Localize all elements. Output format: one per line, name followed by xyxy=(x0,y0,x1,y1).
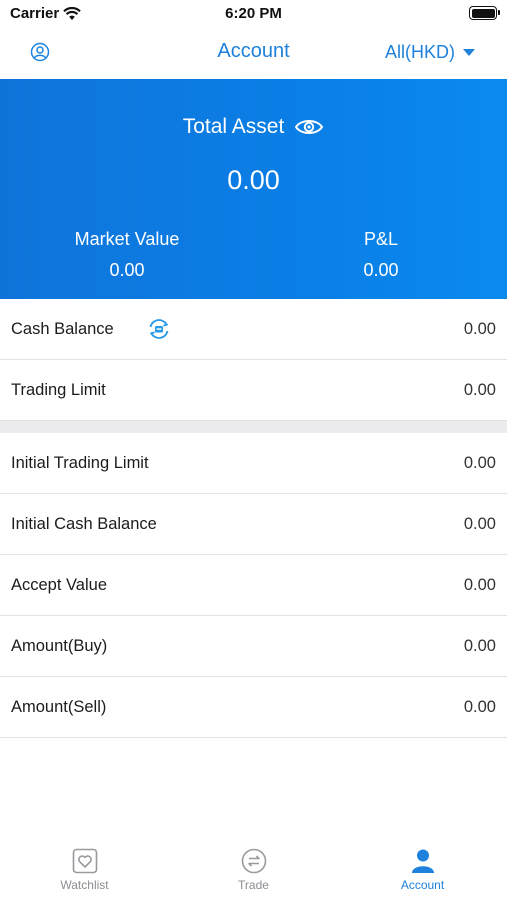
initial-cash-balance-row: Initial Cash Balance 0.00 xyxy=(0,494,507,555)
person-icon xyxy=(411,849,434,873)
row-value: 0.00 xyxy=(463,380,496,399)
row-value: 0.00 xyxy=(463,514,496,533)
nav-bar: Account All(HKD) xyxy=(0,28,507,79)
pnl-amount: 0.00 xyxy=(363,260,399,280)
caret-down-icon xyxy=(463,49,475,56)
row-label: Cash Balance xyxy=(11,319,114,338)
asset-summary-panel: Total Asset 0.00 Market Value 0.00 P&L 0… xyxy=(0,79,507,299)
amount-sell-row: Amount(Sell) 0.00 xyxy=(0,677,507,738)
tab-trade[interactable]: Trade xyxy=(169,848,338,892)
exchange-icon xyxy=(241,848,266,874)
tab-account[interactable]: Account xyxy=(338,848,507,892)
row-value: 0.00 xyxy=(463,636,496,655)
heart-icon xyxy=(72,848,97,874)
market-value-block: Market Value 0.00 xyxy=(0,229,254,281)
accept-value-row: Accept Value 0.00 xyxy=(0,555,507,616)
row-value: 0.00 xyxy=(463,319,496,338)
cash-balance-row: Cash Balance 0.00 xyxy=(0,299,507,360)
total-asset-label: Total Asset xyxy=(182,115,285,138)
status-bar: Carrier 6:20 PM xyxy=(0,0,507,28)
row-label: Trading Limit xyxy=(11,380,106,399)
tab-label: Trade xyxy=(238,878,269,892)
battery-icon xyxy=(469,6,500,20)
row-label: Amount(Sell) xyxy=(11,697,107,716)
currency-selector[interactable]: All(HKD) xyxy=(385,42,475,63)
status-time: 6:20 PM xyxy=(225,5,282,22)
total-asset-value: 0.00 xyxy=(227,165,280,195)
tab-label: Account xyxy=(400,878,445,892)
row-label: Initial Cash Balance xyxy=(11,514,157,533)
currency-label: All(HKD) xyxy=(385,42,455,62)
user-profile-icon[interactable] xyxy=(30,42,50,62)
row-value: 0.00 xyxy=(463,575,496,594)
row-value: 0.00 xyxy=(463,697,496,716)
row-label: Amount(Buy) xyxy=(11,636,108,655)
pnl-block: P&L 0.00 xyxy=(254,229,507,281)
section-divider xyxy=(0,421,507,433)
initial-trading-limit-row: Initial Trading Limit 0.00 xyxy=(0,433,507,494)
tab-watchlist[interactable]: Watchlist xyxy=(0,848,169,892)
market-value-amount: 0.00 xyxy=(109,260,145,280)
tab-bar: Watchlist Trade Account xyxy=(0,836,507,900)
row-value: 0.00 xyxy=(463,453,496,472)
trading-limit-row: Trading Limit 0.00 xyxy=(0,360,507,421)
eye-icon[interactable] xyxy=(294,117,324,137)
market-value-label: Market Value xyxy=(74,229,180,249)
row-label: Accept Value xyxy=(11,575,108,594)
total-asset-header: Total Asset xyxy=(0,115,507,139)
amount-buy-row: Amount(Buy) 0.00 xyxy=(0,616,507,677)
pnl-label: P&L xyxy=(363,229,399,249)
refresh-icon[interactable] xyxy=(146,316,172,342)
tab-label: Watchlist xyxy=(60,878,109,892)
row-label: Initial Trading Limit xyxy=(11,453,149,472)
